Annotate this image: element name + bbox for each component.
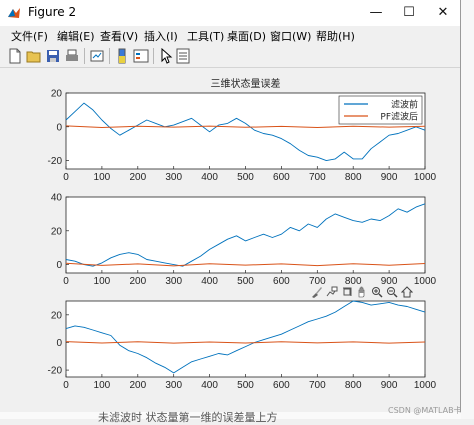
menu-tools[interactable]: 工具(T) bbox=[187, 28, 224, 44]
menu-desktop[interactable]: 桌面(D) bbox=[227, 28, 266, 44]
legend: 滤波前PF滤波后 bbox=[338, 95, 423, 125]
x-tick-label: 200 bbox=[129, 172, 146, 183]
x-tick-label: 0 bbox=[63, 276, 69, 287]
y-tick-label: -20 bbox=[48, 156, 63, 167]
data-tips-icon[interactable] bbox=[326, 286, 338, 298]
x-tick-label: 500 bbox=[237, 380, 254, 391]
x-tick-label: 100 bbox=[94, 380, 111, 391]
x-tick-label: 400 bbox=[201, 276, 218, 287]
y-tick-label: 20 bbox=[51, 310, 63, 321]
x-tick-label: 700 bbox=[309, 172, 326, 183]
y-tick-label: 0 bbox=[56, 122, 62, 133]
background-document-text: 未滤波时 状态量第一维的误差量上方 bbox=[98, 411, 278, 424]
x-tick-label: 600 bbox=[273, 380, 290, 391]
insert-legend-icon[interactable] bbox=[133, 48, 149, 64]
toolbar-separator bbox=[109, 48, 110, 64]
toolbar-separator bbox=[84, 48, 85, 64]
figure-window: Figure 2 — ☐ ✕ 文件(F) 编辑(E) 查看(V) 插入(I) 工… bbox=[0, 0, 474, 424]
x-tick-label: 400 bbox=[201, 380, 218, 391]
title-bar: Figure 2 — ☐ ✕ bbox=[0, 0, 460, 26]
maximize-button[interactable]: ☐ bbox=[394, 0, 424, 26]
x-tick-label: 600 bbox=[273, 276, 290, 287]
y-tick-label: 20 bbox=[51, 226, 63, 237]
rotate-3d-icon[interactable] bbox=[341, 286, 353, 298]
menu-edit[interactable]: 编辑(E) bbox=[57, 28, 95, 44]
insert-colorbar-icon[interactable] bbox=[114, 48, 130, 64]
x-tick-label: 0 bbox=[63, 172, 69, 183]
axes-1: 0 100 200 300 400 500 600 700 800 900 1000-20020三维… bbox=[48, 77, 437, 183]
x-tick-label: 100 bbox=[94, 172, 111, 183]
zoom-in-icon[interactable] bbox=[371, 286, 383, 298]
x-tick-label: 0 bbox=[63, 380, 69, 391]
link-plot-icon[interactable] bbox=[89, 48, 105, 64]
x-tick-label: 400 bbox=[201, 172, 218, 183]
x-tick-label: 800 bbox=[345, 380, 362, 391]
brush-icon[interactable] bbox=[311, 286, 323, 298]
x-tick-label: 500 bbox=[237, 276, 254, 287]
property-inspector-icon[interactable] bbox=[175, 48, 191, 64]
x-tick-label: 700 bbox=[309, 380, 326, 391]
x-tick-label: 300 bbox=[165, 276, 182, 287]
window-title: Figure 2 bbox=[28, 5, 77, 19]
menu-view[interactable]: 查看(V) bbox=[100, 28, 138, 44]
y-tick-label: 40 bbox=[51, 193, 63, 204]
figure-toolbar bbox=[0, 45, 460, 68]
menu-bar: 文件(F) 编辑(E) 查看(V) 插入(I) 工具(T) 桌面(D) 窗口(W… bbox=[0, 26, 460, 45]
save-icon[interactable] bbox=[45, 48, 61, 64]
zoom-out-icon[interactable] bbox=[386, 286, 398, 298]
toolbar-separator bbox=[153, 48, 154, 64]
axes-2: 0 100 200 300 400 500 600 700 800 900 100002040 bbox=[51, 193, 437, 288]
legend-entry: PF滤波后 bbox=[380, 111, 418, 123]
print-icon[interactable] bbox=[64, 48, 80, 64]
legend-entry: 滤波前 bbox=[391, 99, 418, 111]
x-tick-label: 100 bbox=[94, 276, 111, 287]
menu-insert[interactable]: 插入(I) bbox=[144, 28, 178, 44]
edit-plot-arrow-icon[interactable] bbox=[158, 48, 174, 64]
x-tick-label: 1000 bbox=[414, 380, 437, 391]
pan-icon[interactable] bbox=[356, 286, 368, 298]
menu-file[interactable]: 文件(F) bbox=[11, 28, 48, 44]
background-editor-strip bbox=[461, 0, 474, 419]
y-tick-label: 0 bbox=[56, 338, 62, 349]
x-tick-label: 1000 bbox=[414, 276, 437, 287]
x-tick-label: 200 bbox=[129, 276, 146, 287]
x-tick-label: 500 bbox=[237, 172, 254, 183]
y-tick-label: 20 bbox=[51, 89, 63, 100]
x-tick-label: 300 bbox=[165, 172, 182, 183]
figure-canvas: 0 100 200 300 400 500 600 700 800 900 1000 -20 0 20 三维… bbox=[5, 68, 456, 414]
open-folder-icon[interactable] bbox=[26, 48, 42, 64]
x-tick-label: 900 bbox=[381, 172, 398, 183]
x-tick-label: 200 bbox=[129, 380, 146, 391]
chart-title: 三维状态量误差 bbox=[211, 77, 281, 90]
menu-window[interactable]: 窗口(W) bbox=[270, 28, 311, 44]
axes-box bbox=[65, 196, 426, 274]
new-file-icon[interactable] bbox=[7, 48, 23, 64]
axes-3: 0 100 200 300 400 500 600 700 800 900 1000-20020 bbox=[48, 300, 437, 391]
x-tick-label: 600 bbox=[273, 172, 290, 183]
y-tick-label: -20 bbox=[48, 366, 63, 377]
y-tick-label: 0 bbox=[56, 260, 62, 271]
x-tick-label: 800 bbox=[345, 172, 362, 183]
x-tick-label: 1000 bbox=[414, 172, 437, 183]
menu-help[interactable]: 帮助(H) bbox=[316, 28, 355, 44]
x-tick-label: 300 bbox=[165, 380, 182, 391]
x-tick-label: 900 bbox=[381, 380, 398, 391]
plots-canvas: 0 100 200 300 400 500 600 700 800 900 1000-20020三维… bbox=[48, 77, 437, 391]
axes-box bbox=[65, 300, 426, 378]
matlab-logo-icon bbox=[8, 8, 20, 18]
home-icon[interactable] bbox=[401, 286, 413, 298]
minimize-button[interactable]: — bbox=[361, 0, 391, 26]
close-button[interactable]: ✕ bbox=[428, 0, 458, 26]
